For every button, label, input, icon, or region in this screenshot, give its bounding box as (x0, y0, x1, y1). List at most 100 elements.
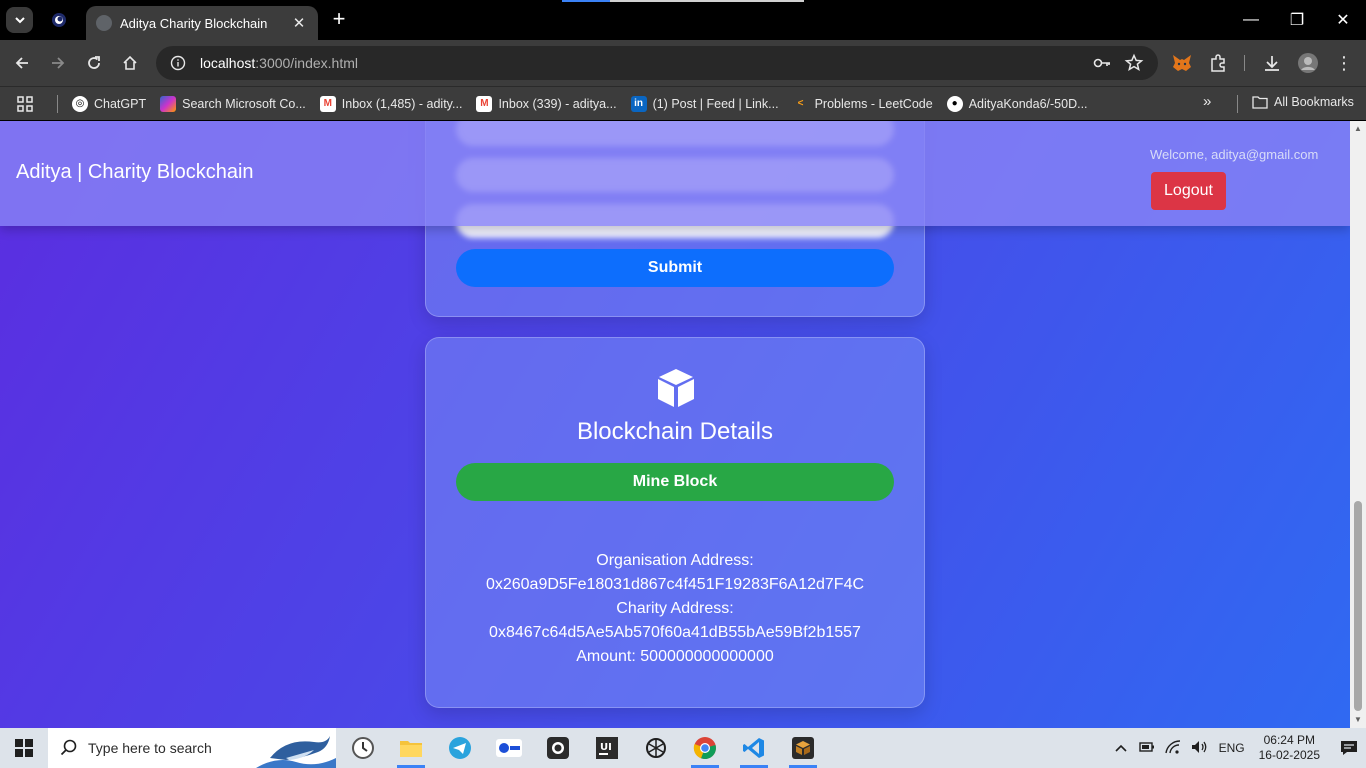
bookmark-chatgpt[interactable]: ◎ ChatGPT (72, 95, 147, 112)
volume-icon[interactable] (1191, 740, 1209, 757)
leetcode-icon: < (797, 98, 804, 109)
bookmark-leetcode[interactable]: < Problems - LeetCode (793, 96, 933, 112)
restore-button[interactable]: ❐ (1274, 0, 1320, 40)
clock-date: 16-02-2025 (1258, 748, 1320, 762)
profile-avatar[interactable] (1295, 50, 1321, 76)
site-info-icon[interactable] (168, 53, 188, 73)
github-desktop-icon (547, 737, 569, 759)
password-key-icon[interactable] (1092, 53, 1112, 78)
taskbar-app-remix[interactable] (779, 728, 827, 768)
site-navbar: Aditya | Charity Blockchain Welcome, adi… (0, 121, 1350, 226)
organisation-address-value: 0x260a9D5Fe18031d867c4f451F19283F6A12d7F… (485, 576, 865, 593)
welcome-text: Welcome, aditya@gmail.com (1150, 147, 1319, 162)
scrollbar-thumb[interactable] (1354, 501, 1362, 711)
taskbar-search[interactable]: Type here to search (48, 728, 336, 768)
taskbar-app-chatgpt[interactable] (632, 728, 680, 768)
new-tab-button[interactable]: + (328, 8, 350, 30)
bookmark-star-icon[interactable] (1124, 53, 1144, 78)
extensions-puzzle-icon[interactable] (1205, 50, 1231, 76)
bookmark-label: ChatGPT (94, 96, 147, 111)
organisation-address-label: Organisation Address: (596, 552, 754, 569)
toolbar-divider (1244, 55, 1245, 71)
browser-toolbar: localhost:3000/index.html ⋮ (0, 40, 1366, 86)
scroll-down-arrow-icon[interactable]: ▼ (1353, 715, 1363, 725)
start-button[interactable] (0, 728, 48, 768)
more-bookmarks-chevron-icon[interactable]: » (1203, 93, 1211, 110)
active-tab[interactable]: Aditya Charity Blockchain ✕ (86, 6, 318, 40)
taskbar-app-telegram[interactable] (436, 728, 484, 768)
menu-kebab-icon[interactable]: ⋮ (1331, 50, 1357, 76)
taskbar-app-github-desktop[interactable] (534, 728, 582, 768)
gmail-icon: M (319, 95, 336, 112)
intellij-icon: UI (596, 737, 618, 759)
chevron-down-icon (14, 17, 25, 24)
charity-address-label: Charity Address: (616, 600, 734, 617)
bookmark-github[interactable]: ● AdityaKonda6/-50D... (946, 95, 1088, 112)
bookmark-label: Search Microsoft Co... (182, 96, 306, 111)
window-title-highlight (562, 0, 804, 2)
card-title: Blockchain Details (576, 418, 774, 445)
language-indicator[interactable]: ENG (1219, 741, 1245, 755)
all-bookmarks-button[interactable]: All Bookmarks (1252, 95, 1354, 109)
minimize-button[interactable]: — (1228, 0, 1274, 40)
linkedin-icon: in (630, 95, 647, 112)
clock[interactable]: 06:24 PM 16-02-2025 (1259, 733, 1320, 763)
windows-taskbar: Type here to search UI ENG 06:24 PM 16-0… (0, 728, 1366, 768)
submit-button[interactable]: Submit (456, 249, 894, 287)
close-icon[interactable]: ✕ (290, 14, 308, 32)
reload-button[interactable] (79, 48, 109, 78)
system-tray: ENG 06:24 PM 16-02-2025 (1115, 728, 1366, 768)
brand-title[interactable]: Aditya | Charity Blockchain (16, 161, 254, 184)
taskbar-app-file-explorer[interactable] (387, 728, 435, 768)
taskbar-app-vscode[interactable] (730, 728, 778, 768)
telegram-icon (449, 737, 471, 759)
scroll-up-arrow-icon[interactable]: ▲ (1353, 124, 1363, 134)
chatgpt-icon (646, 738, 666, 758)
chrome-icon (693, 737, 716, 760)
package-box-icon (792, 737, 814, 759)
wifi-icon[interactable] (1164, 739, 1181, 757)
address-bar[interactable]: localhost:3000/index.html (156, 46, 1158, 80)
apps-grid-icon[interactable] (17, 95, 43, 112)
bookmarks-divider (1237, 95, 1238, 113)
page-scrollbar[interactable]: ▲ ▼ (1350, 121, 1366, 728)
browser-tab-bar: Aditya Charity Blockchain ✕ + — ❐ ✕ (0, 0, 1366, 40)
transaction-info: Organisation Address: 0x260a9D5Fe18031d8… (426, 549, 924, 669)
window-controls: — ❐ ✕ (1228, 0, 1366, 40)
chatgpt-icon: ◎ (72, 95, 88, 112)
notification-center-icon[interactable] (1332, 740, 1366, 756)
bookmark-linkedin[interactable]: in (1) Post | Feed | Link... (630, 95, 779, 112)
logout-button[interactable]: Logout (1151, 172, 1226, 210)
battery-icon[interactable] (1138, 741, 1155, 756)
clock-app-icon (352, 737, 374, 759)
pinned-tab[interactable] (50, 11, 68, 29)
downloads-icon[interactable] (1259, 50, 1285, 76)
amount-value: Amount: 500000000000000 (576, 648, 774, 665)
bookmark-label: Problems - LeetCode (814, 96, 933, 111)
home-icon (123, 55, 137, 70)
search-placeholder: Type here to search (88, 740, 212, 756)
bookmark-copilot[interactable]: Search Microsoft Co... (160, 95, 306, 112)
metamask-extension-icon[interactable] (1169, 50, 1195, 76)
clock-time: 06:24 PM (1263, 733, 1315, 747)
globe-icon (96, 15, 112, 31)
pinned-tab-icon (52, 13, 66, 27)
url-host: localhost (200, 55, 256, 71)
bookmark-label: Inbox (1,485) - adity... (341, 96, 463, 111)
mine-block-button[interactable]: Mine Block (456, 463, 894, 501)
taskbar-app-chrome[interactable] (681, 728, 729, 768)
taskbar-app-clock[interactable] (339, 728, 387, 768)
gmail-icon: M (476, 95, 493, 112)
bookmark-gmail-2[interactable]: M Inbox (339) - aditya... (476, 95, 617, 112)
home-button[interactable] (115, 48, 145, 78)
show-hidden-icons-chevron-icon[interactable] (1115, 741, 1127, 755)
taskbar-app-intellij[interactable]: UI (583, 728, 631, 768)
taskbar-app-unstop[interactable] (485, 728, 533, 768)
back-button[interactable] (7, 48, 37, 78)
bookmark-gmail-1[interactable]: M Inbox (1,485) - adity... (319, 95, 463, 112)
blockchain-details-card: Blockchain Details Mine Block Organisati… (425, 337, 925, 708)
close-window-button[interactable]: ✕ (1320, 0, 1366, 40)
forward-button[interactable] (43, 48, 73, 78)
tab-search-button[interactable] (6, 7, 33, 33)
arrow-left-icon (15, 57, 28, 69)
